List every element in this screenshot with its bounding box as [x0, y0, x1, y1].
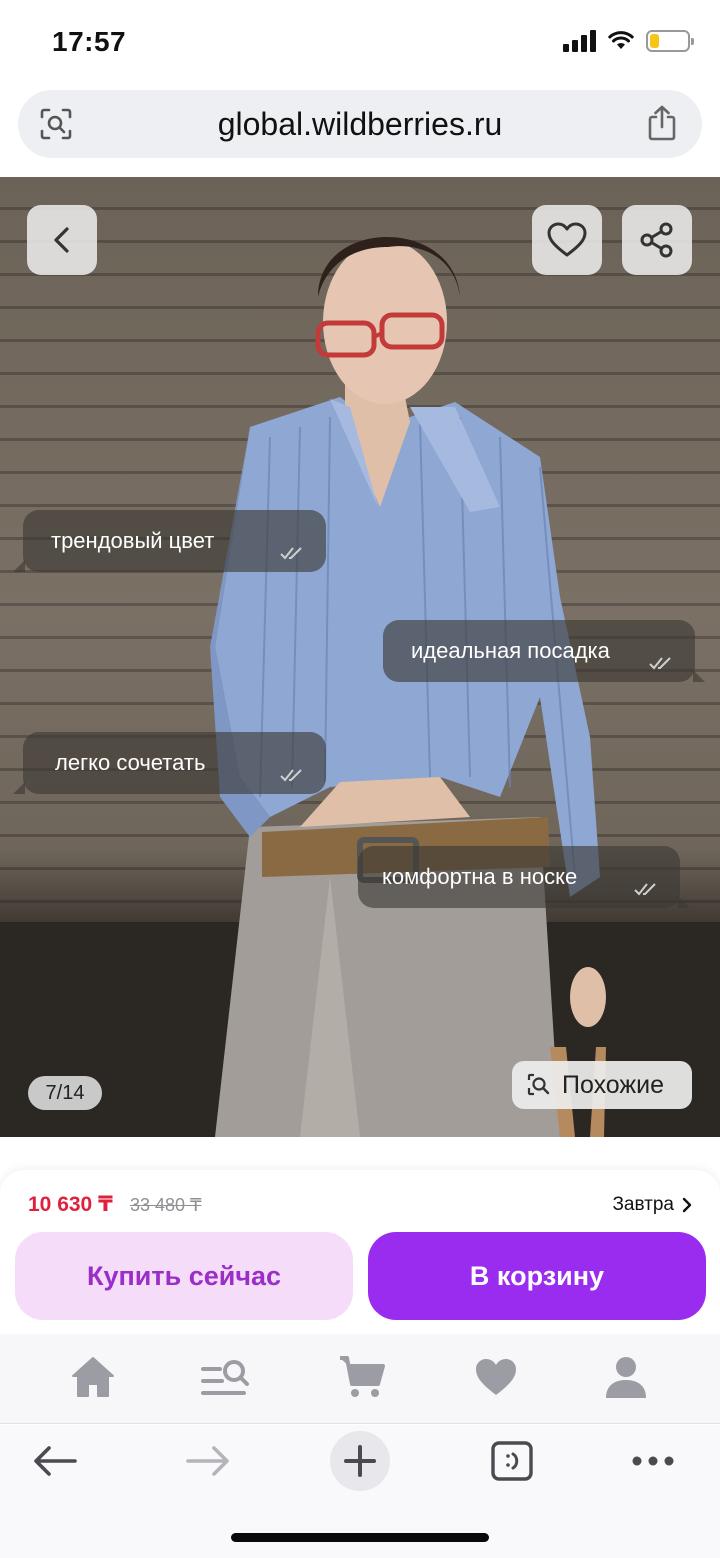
- favorites-icon: [476, 1359, 516, 1395]
- similar-label: Похожие: [562, 1070, 665, 1099]
- tab-home[interactable]: [68, 1352, 118, 1402]
- tab-profile[interactable]: [601, 1352, 651, 1402]
- back-arrow-icon: [34, 1446, 77, 1476]
- catalog-search-icon: [201, 1360, 249, 1395]
- tabs-button[interactable]: [488, 1433, 536, 1489]
- battery-icon: [646, 30, 694, 52]
- favorite-button[interactable]: [532, 205, 602, 275]
- similar-search-icon: [527, 1073, 550, 1096]
- purchase-panel: 10 630 ₸ 33 480 ₸ Завтра Купить сейчас В…: [0, 1170, 720, 1335]
- browser-back-button[interactable]: [30, 1433, 80, 1489]
- status-bar: 17:57: [0, 0, 720, 86]
- old-price: 33 480 ₸: [130, 1195, 202, 1215]
- review-bubble-text: легко сочетать: [55, 750, 206, 775]
- buy-now-button[interactable]: Купить сейчас: [15, 1232, 353, 1320]
- review-bubble-text: идеальная посадка: [411, 638, 610, 663]
- status-icons: [563, 30, 694, 52]
- home-indicator: [231, 1533, 489, 1542]
- browser-toolbar: [0, 1425, 720, 1558]
- more-icon: [632, 1456, 674, 1466]
- cellular-signal-icon: [563, 30, 596, 52]
- review-bubble: комфортна в носке: [358, 846, 690, 908]
- battery-level: [650, 34, 659, 48]
- share-page-icon[interactable]: [644, 104, 680, 142]
- double-check-icon: [649, 657, 671, 670]
- review-bubble: легко сочетать: [13, 732, 326, 794]
- app-tab-bar: [0, 1334, 720, 1424]
- current-price: 10 630 ₸: [28, 1193, 113, 1216]
- review-bubble-text: трендовый цвет: [51, 528, 215, 553]
- delivery-date[interactable]: Завтра: [612, 1194, 692, 1216]
- url-text[interactable]: global.wildberries.ru: [18, 106, 702, 143]
- add-to-cart-button[interactable]: В корзину: [368, 1232, 706, 1320]
- tabs-icon: [491, 1441, 533, 1481]
- more-button[interactable]: [628, 1433, 678, 1489]
- review-bubble-text: комфортна в носке: [382, 864, 578, 889]
- double-check-icon: [280, 769, 302, 782]
- new-tab-plus-icon: [344, 1445, 376, 1477]
- double-check-icon: [634, 883, 656, 896]
- image-counter: 7/14: [28, 1076, 102, 1110]
- product-image-gallery[interactable]: трендовый цвет идеальная посадка легко с…: [0, 177, 720, 1137]
- double-check-icon: [280, 547, 302, 560]
- tab-catalog[interactable]: [200, 1352, 250, 1402]
- cart-icon: [340, 1356, 385, 1397]
- new-tab-button[interactable]: [330, 1431, 390, 1491]
- similar-button[interactable]: Похожие: [512, 1061, 692, 1109]
- review-bubble: трендовый цвет: [13, 510, 326, 572]
- share-icon: [640, 222, 673, 258]
- chevron-right-icon: [682, 1197, 692, 1213]
- back-button[interactable]: [27, 205, 97, 275]
- wifi-icon: [608, 31, 634, 49]
- tab-cart[interactable]: [337, 1352, 387, 1402]
- chevron-left-icon: [54, 227, 69, 253]
- forward-arrow-icon: [186, 1446, 229, 1476]
- profile-icon: [606, 1357, 646, 1398]
- share-button[interactable]: [622, 205, 692, 275]
- review-bubble: идеальная посадка: [383, 620, 705, 682]
- heart-outline-icon: [547, 222, 587, 257]
- tab-favorites[interactable]: [471, 1352, 521, 1402]
- home-icon: [72, 1357, 114, 1397]
- browser-forward-button[interactable]: [183, 1433, 233, 1489]
- status-time: 17:57: [52, 26, 127, 57]
- address-bar[interactable]: global.wildberries.ru: [18, 90, 702, 158]
- delivery-date-label: Завтра: [612, 1194, 674, 1215]
